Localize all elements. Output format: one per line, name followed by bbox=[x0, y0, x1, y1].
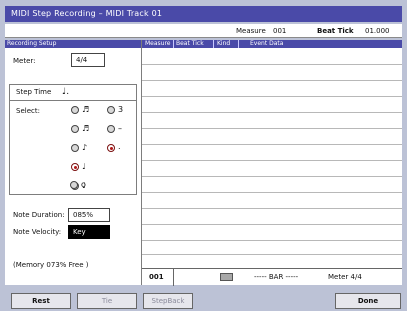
done-button[interactable]: Done bbox=[335, 293, 401, 309]
dot-mark-icon: . bbox=[118, 142, 121, 151]
memory-status: (Memory 073% Free ) bbox=[13, 261, 89, 269]
column-divider bbox=[173, 40, 174, 48]
recording-setup-panel: Recording Setup Meter: 4/4 Step Time ♩. … bbox=[5, 40, 142, 285]
step-radio-triplet[interactable] bbox=[107, 106, 115, 114]
rest-button[interactable]: Rest bbox=[11, 293, 71, 309]
beat-tick-value: 01.000 bbox=[365, 27, 390, 35]
step-radio-normal[interactable] bbox=[107, 125, 115, 133]
beat-tick-label: Beat Tick bbox=[317, 27, 354, 35]
meter-field[interactable]: 4/4 bbox=[71, 53, 105, 67]
whole-note-icon: o bbox=[81, 180, 86, 189]
quarter-note-icon: ♩ bbox=[82, 162, 86, 171]
step-radio-quarter[interactable] bbox=[71, 163, 79, 171]
current-event-row[interactable]: 001 ----- BAR ----- Meter 4/4 bbox=[142, 268, 402, 286]
meter-event-text: Meter 4/4 bbox=[328, 273, 362, 281]
note-velocity-label: Note Velocity: bbox=[13, 228, 62, 236]
step-time-divider bbox=[10, 100, 136, 101]
window-title: MIDI Step Recording – MIDI Track 01 bbox=[5, 6, 402, 22]
table-row bbox=[142, 80, 402, 81]
table-row bbox=[142, 64, 402, 65]
event-list-table[interactable]: Measure Beat Tick Kind Event Data 001 --… bbox=[142, 40, 402, 286]
table-row bbox=[142, 112, 402, 113]
eighth-note-icon: ♪ bbox=[82, 143, 88, 152]
table-row bbox=[142, 160, 402, 161]
column-divider bbox=[173, 269, 174, 286]
table-row bbox=[142, 128, 402, 129]
normal-mark-icon: – bbox=[118, 124, 122, 133]
table-row bbox=[142, 208, 402, 209]
current-measure: 001 bbox=[149, 273, 164, 281]
table-row bbox=[142, 96, 402, 97]
note-duration-field[interactable]: 085% bbox=[68, 208, 110, 222]
column-header-event-data: Event Data bbox=[250, 40, 284, 47]
step-time-label: Step Time bbox=[16, 88, 52, 96]
sixteenth-note-icon: ♬ bbox=[82, 105, 90, 114]
triplet-icon: 3 bbox=[118, 105, 124, 114]
measure-label: Measure bbox=[236, 27, 266, 35]
sixteenth-note-icon: ♬ bbox=[82, 124, 90, 133]
recording-setup-header: Recording Setup bbox=[5, 40, 141, 48]
bar-event-icon bbox=[220, 273, 233, 281]
column-header-measure: Measure bbox=[145, 40, 171, 47]
step-time-box: Step Time ♩. Select: ♬ 3 ♬ – ♪ . ♩ ♩ bbox=[9, 84, 137, 195]
column-divider bbox=[238, 40, 239, 48]
step-radio-dotted[interactable] bbox=[107, 144, 115, 152]
step-time-value: ♩. bbox=[62, 87, 70, 97]
column-divider bbox=[213, 40, 214, 48]
select-label: Select: bbox=[16, 107, 40, 115]
measure-info-row: Measure 001 Beat Tick 01.000 bbox=[5, 24, 402, 38]
column-header-kind: Kind bbox=[217, 40, 231, 47]
note-velocity-field[interactable]: Key bbox=[68, 225, 110, 239]
table-row bbox=[142, 224, 402, 225]
table-row bbox=[142, 144, 402, 145]
step-radio-whole[interactable] bbox=[70, 181, 78, 189]
step-radio-eighth[interactable] bbox=[71, 144, 79, 152]
event-table-header: Measure Beat Tick Kind Event Data bbox=[142, 40, 402, 48]
tie-button[interactable]: Tie bbox=[77, 293, 137, 309]
bar-event-text: ----- BAR ----- bbox=[254, 273, 299, 281]
note-duration-label: Note Duration: bbox=[13, 211, 65, 219]
table-row bbox=[142, 240, 402, 241]
stepback-button[interactable]: StepBack bbox=[143, 293, 193, 309]
meter-label: Meter: bbox=[13, 57, 36, 65]
step-radio-sixteenth[interactable] bbox=[71, 125, 79, 133]
column-header-beat-tick: Beat Tick bbox=[176, 40, 204, 47]
table-row bbox=[142, 254, 402, 255]
measure-value: 001 bbox=[273, 27, 287, 35]
table-row bbox=[142, 192, 402, 193]
table-row bbox=[142, 176, 402, 177]
step-radio-sixteenth-triplet[interactable] bbox=[71, 106, 79, 114]
